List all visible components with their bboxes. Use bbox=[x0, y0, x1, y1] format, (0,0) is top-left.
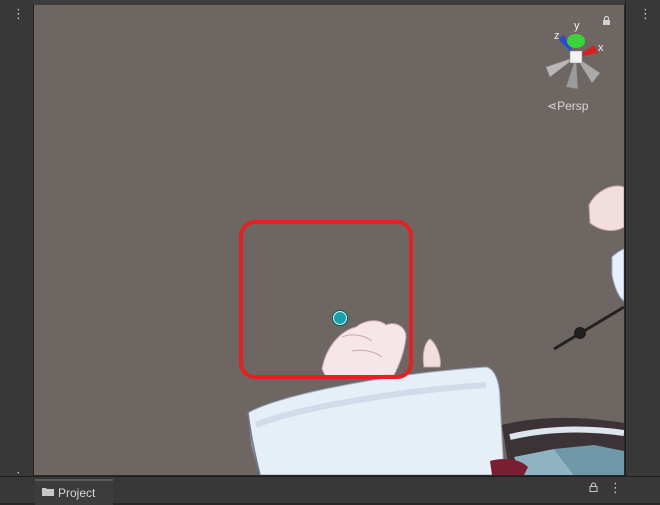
projection-toggle[interactable]: ⋖Persp bbox=[547, 99, 588, 113]
transform-handle[interactable] bbox=[333, 311, 347, 325]
left-panel-strip: ⋮ ⋮ bbox=[0, 0, 34, 484]
orientation-gizmo[interactable]: y z x bbox=[540, 17, 612, 95]
more-options-icon[interactable]: ⋮ bbox=[609, 482, 622, 495]
bottom-panel-header: Project ⋮ bbox=[0, 476, 660, 505]
persp-icon: ⋖ bbox=[547, 99, 558, 113]
axis-label-x: x bbox=[598, 42, 604, 54]
right-panel-strip: ⋮ bbox=[625, 0, 660, 476]
tab-project[interactable]: Project bbox=[35, 479, 113, 505]
projection-label: Persp bbox=[557, 99, 589, 113]
axis-label-z: z bbox=[554, 30, 560, 42]
tab-project-label: Project bbox=[58, 486, 96, 500]
lock-icon[interactable] bbox=[589, 482, 598, 492]
more-options-icon[interactable]: ⋮ bbox=[12, 8, 25, 21]
scene-view[interactable]: y z x ⋖Persp bbox=[34, 5, 624, 475]
more-options-icon[interactable]: ⋮ bbox=[639, 8, 652, 21]
folder-icon bbox=[42, 488, 54, 496]
lock-icon[interactable] bbox=[602, 16, 611, 25]
scene-content bbox=[247, 185, 624, 475]
axis-label-y: y bbox=[574, 20, 580, 32]
